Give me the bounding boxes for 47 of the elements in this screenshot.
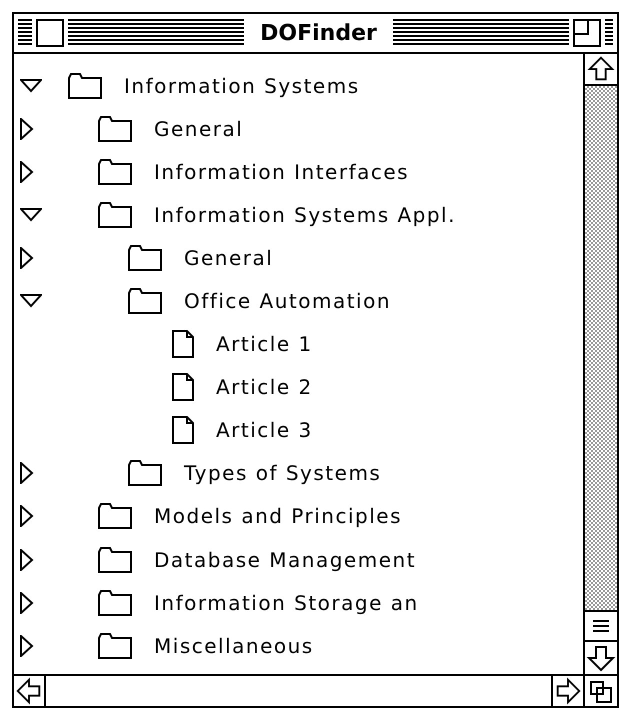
scroll-thumb[interactable] bbox=[585, 610, 617, 642]
title-bar-stripes bbox=[18, 19, 32, 47]
zoom-box[interactable] bbox=[573, 19, 601, 47]
folder-icon bbox=[98, 158, 132, 185]
window-title: DOFinder bbox=[259, 20, 378, 48]
item-label[interactable]: Office Automation bbox=[184, 286, 392, 316]
collapsed-triangle-icon[interactable] bbox=[20, 548, 34, 571]
collapsed-triangle-icon[interactable] bbox=[20, 592, 34, 614]
collapsed-triangle-icon[interactable] bbox=[20, 505, 34, 528]
folder-icon bbox=[98, 590, 132, 616]
item-label[interactable]: Article 3 bbox=[216, 415, 313, 446]
expanded-triangle-icon[interactable] bbox=[20, 78, 42, 93]
folder-icon bbox=[98, 632, 132, 659]
folder-icon bbox=[68, 72, 102, 99]
item-label[interactable]: Article 1 bbox=[216, 329, 313, 360]
collapsed-triangle-icon[interactable] bbox=[20, 462, 34, 484]
folder-icon bbox=[98, 546, 132, 573]
item-label[interactable]: Information Storage an bbox=[154, 588, 419, 618]
item-label[interactable]: Models and Principles bbox=[154, 501, 402, 532]
item-label[interactable]: Miscellaneous bbox=[154, 630, 314, 661]
folder-icon bbox=[98, 116, 132, 142]
right-arrow-icon[interactable] bbox=[551, 676, 583, 706]
folder-icon bbox=[98, 503, 132, 530]
item-label[interactable]: Information Systems bbox=[124, 70, 360, 101]
item-label[interactable]: General bbox=[184, 242, 274, 273]
document-icon bbox=[172, 373, 194, 402]
expanded-triangle-icon[interactable] bbox=[20, 208, 42, 222]
document-icon bbox=[172, 416, 194, 444]
item-label[interactable]: General bbox=[154, 114, 244, 144]
item-label[interactable]: Information Systems Appl. bbox=[154, 200, 456, 230]
collapsed-triangle-icon[interactable] bbox=[20, 160, 34, 183]
folder-icon bbox=[128, 288, 162, 314]
expanded-triangle-icon[interactable] bbox=[20, 294, 42, 308]
item-label[interactable]: Database Management bbox=[154, 544, 416, 575]
item-label[interactable]: Information Interfaces bbox=[154, 156, 410, 187]
document-icon bbox=[172, 330, 194, 358]
item-label[interactable]: Types of Systems bbox=[184, 458, 382, 488]
item-label[interactable]: Article 2 bbox=[216, 372, 313, 402]
folder-icon bbox=[128, 244, 162, 271]
collapsed-triangle-icon[interactable] bbox=[20, 634, 34, 657]
collapsed-triangle-icon[interactable] bbox=[20, 246, 34, 269]
left-arrow-icon[interactable] bbox=[14, 676, 46, 706]
close-box[interactable] bbox=[36, 19, 64, 47]
folder-icon bbox=[128, 460, 162, 486]
folder-icon bbox=[98, 202, 132, 228]
collapsed-triangle-icon[interactable] bbox=[20, 118, 34, 140]
title-bar-stripes bbox=[605, 19, 613, 47]
